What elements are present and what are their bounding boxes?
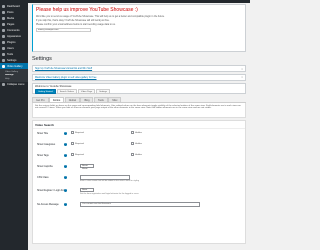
hidden-checkbox[interactable] [131, 131, 134, 135]
promo-bar: Maximize Video Gallery plugin to sell vi… [32, 73, 246, 81]
form-row-show-title: Show Title ? Required Hidden [37, 131, 142, 135]
wrench-icon [2, 52, 5, 56]
help-icon[interactable]: ? [64, 153, 67, 157]
required-checkbox[interactable] [71, 131, 74, 135]
tab-forms[interactable]: Forms [49, 96, 65, 102]
admin-sidebar: Dashboard Posts Media Pages Comments App… [0, 0, 28, 250]
settings-button[interactable]: Settings [96, 89, 111, 94]
promo-link[interactable]: Maximize Video Gallery plugin to sell vi… [35, 76, 96, 79]
promo-link[interactable]: Sign Up YouTube Showcase's Email list an… [35, 67, 92, 70]
email-field[interactable] [36, 28, 91, 33]
notice-line: We'd like you to send us usage of YouTub… [36, 15, 165, 18]
tab-blog[interactable]: Blog [80, 96, 94, 102]
dashboard-icon [2, 4, 5, 8]
hidden-checkbox[interactable] [131, 142, 134, 146]
video-page-button[interactable]: Video Page [77, 89, 96, 94]
tab-description: Set the various fields on forms on this … [32, 103, 246, 118]
section-title: Video Search [33, 121, 245, 129]
page-title: Settings [32, 56, 52, 62]
media-icon [2, 16, 5, 20]
notice-title: Please help us improve YouTube Showcase … [36, 7, 138, 13]
form-row-no-access-message: No Access Message ? You cannot use this … [37, 202, 243, 210]
dismiss-icon[interactable]: × [241, 67, 243, 71]
dismiss-icon[interactable]: × [241, 75, 243, 79]
help-icon[interactable]: ? [64, 202, 67, 206]
user-icon [2, 46, 5, 50]
no-access-message-input[interactable]: You cannot use this Resource [80, 202, 200, 207]
help-icon[interactable]: ? [64, 175, 67, 179]
required-checkbox[interactable] [71, 153, 74, 157]
page-icon [2, 22, 5, 26]
brush-icon [2, 34, 5, 38]
hidden-checkbox[interactable] [131, 153, 134, 157]
tab-global[interactable]: Global [64, 96, 80, 102]
promo-bar: Sign Up YouTube Showcase's Email list an… [32, 65, 246, 72]
settings-icon [2, 58, 5, 62]
pin-icon [2, 10, 5, 14]
tab-misc[interactable]: Misc [108, 96, 122, 102]
notice-line: Please confirm your email address below … [36, 23, 116, 27]
collapse-menu-button[interactable]: Collapse menu [0, 82, 28, 88]
help-icon[interactable]: ? [64, 131, 67, 135]
captcha-select[interactable]: Never Show [80, 164, 94, 170]
register-login-select[interactable]: None [80, 188, 94, 192]
required-checkbox[interactable] [71, 142, 74, 146]
form-row-show-categories: Show Categories ? Required Hidden [37, 142, 142, 146]
video-icon [2, 64, 5, 68]
admin-top-bar [0, 0, 250, 3]
main-content: Please help us improve YouTube Showcase … [32, 4, 246, 244]
plugin-icon [2, 40, 5, 44]
form-row-show-captcha: Show Captcha ? Never Show [37, 164, 243, 172]
form-row-show-tags: Show Tags ? Required Hidden [37, 153, 142, 157]
help-icon[interactable]: ? [64, 142, 67, 146]
search-videos-button[interactable]: Search Videos [56, 89, 77, 94]
css-class-input[interactable] [80, 175, 130, 180]
welcome-title: Welcome to Youtube Showcase [35, 85, 72, 88]
sidebar-submenu: Video Gallery Settings Help [0, 69, 28, 82]
help-icon[interactable]: ? [64, 188, 67, 192]
getting-started-button[interactable]: Getting Started [35, 89, 56, 94]
comment-icon [2, 28, 5, 32]
collapse-icon [2, 83, 5, 87]
notice-line: If you skip this, that's okay! YouTube S… [36, 19, 110, 23]
feedback-notice: Please help us improve YouTube Showcase … [32, 4, 246, 52]
video-search-section: Video Search Show Title ? Required Hidde… [32, 120, 246, 244]
tab-tools[interactable]: Tools [93, 96, 108, 102]
form-row-css-class: CSS Class ? Enter a class name that will… [37, 175, 140, 182]
submenu-item-help[interactable]: Help [0, 77, 28, 81]
tab-get-pro[interactable]: Get Pro [32, 96, 49, 102]
form-row-register-login: Show Register / Login Form ? None Set th… [37, 188, 139, 195]
welcome-box: Welcome to Youtube Showcase Getting Star… [32, 82, 246, 94]
help-icon[interactable]: ? [64, 164, 67, 168]
